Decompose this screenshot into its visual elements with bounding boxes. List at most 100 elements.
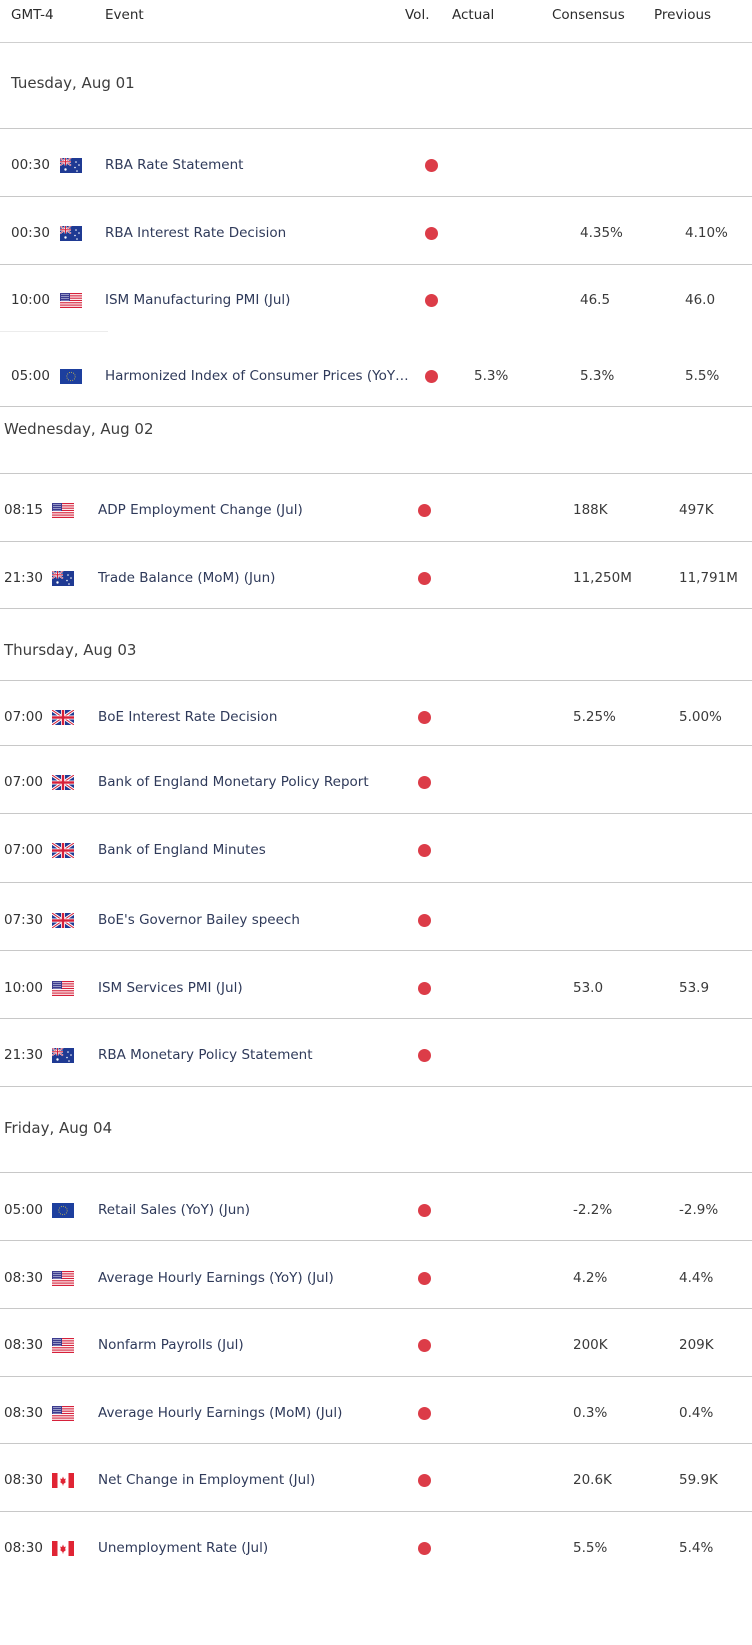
event-name[interactable]: Average Hourly Earnings (YoY) (Jul) <box>98 1270 334 1286</box>
row-divider <box>0 196 752 197</box>
row-divider <box>0 680 752 681</box>
event-row[interactable]: 08:30 Net Change in Employment (Jul) 20.6… <box>0 1466 752 1496</box>
actual-header: Actual <box>452 7 495 23</box>
canada-flag-icon <box>52 1473 74 1488</box>
event-name[interactable]: RBA Rate Statement <box>105 157 243 173</box>
uk-flag-icon <box>52 913 74 928</box>
event-name[interactable]: Bank of England Monetary Policy Report <box>98 774 369 790</box>
consensus-value: 5.5% <box>573 1540 608 1556</box>
uk-flag-icon <box>52 710 74 725</box>
high-volatility-icon <box>418 1049 431 1062</box>
event-time: 07:00 <box>4 774 43 790</box>
row-divider <box>0 1308 752 1309</box>
event-time: 07:30 <box>4 912 43 928</box>
row-divider <box>0 950 752 951</box>
high-volatility-icon <box>418 504 431 517</box>
previous-value: 5.4% <box>679 1540 714 1556</box>
day-header: Wednesday, Aug 02 <box>4 420 154 438</box>
previous-value: 11,791M <box>679 570 738 586</box>
row-divider <box>0 1240 752 1241</box>
consensus-value: 5.3% <box>580 368 615 384</box>
uk-flag-icon <box>52 775 74 790</box>
consensus-value: 188K <box>573 502 608 518</box>
event-row[interactable]: 08:30 Average Hourly Earnings (YoY) (Jul… <box>0 1264 752 1294</box>
row-divider <box>0 128 752 129</box>
event-row[interactable]: 00:30 RBA Rate Statement <box>0 151 752 181</box>
event-name[interactable]: Average Hourly Earnings (MoM) (Jul) <box>98 1405 342 1421</box>
event-name[interactable]: Harmonized Index of Consumer Prices (YoY… <box>105 368 409 384</box>
day-header: Thursday, Aug 03 <box>4 641 137 659</box>
event-row[interactable]: 07:00 Bank of England Monetary Policy Re… <box>0 768 752 798</box>
event-time: 00:30 <box>11 157 50 173</box>
event-name[interactable]: Retail Sales (YoY) (Jun) <box>98 1202 250 1218</box>
australia-flag-icon <box>52 1048 74 1063</box>
previous-value: 4.4% <box>679 1270 714 1286</box>
event-row[interactable]: 21:30 Trade Balance (MoM) (Jun) 11,250M 11… <box>0 564 752 594</box>
event-row[interactable]: 07:00 Bank of England Minutes <box>0 836 752 866</box>
previous-value: 0.4% <box>679 1405 714 1421</box>
high-volatility-icon <box>418 711 431 724</box>
event-name[interactable]: RBA Interest Rate Decision <box>105 225 286 241</box>
event-row[interactable]: 21:30 RBA Monetary Policy Statement <box>0 1041 752 1071</box>
event-row[interactable]: 00:30 RBA Interest Rate Decision 4.35% 4.1… <box>0 219 752 249</box>
event-time: 08:30 <box>4 1337 43 1353</box>
high-volatility-icon <box>418 776 431 789</box>
usa-flag-icon <box>60 293 82 308</box>
previous-value: 209K <box>679 1337 714 1353</box>
previous-value: 5.5% <box>685 368 720 384</box>
actual-value: 5.3% <box>474 368 509 384</box>
event-name[interactable]: ADP Employment Change (Jul) <box>98 502 303 518</box>
row-divider <box>0 1172 752 1173</box>
high-volatility-icon <box>425 370 438 383</box>
event-row[interactable]: 08:30 Nonfarm Payrolls (Jul) 200K 209K <box>0 1331 752 1361</box>
event-name[interactable]: Bank of England Minutes <box>98 842 266 858</box>
event-row[interactable]: 10:00 ISM Services PMI (Jul) 53.0 53.9 <box>0 974 752 1004</box>
event-name[interactable]: ISM Manufacturing PMI (Jul) <box>105 292 290 308</box>
event-row[interactable]: 08:15 ADP Employment Change (Jul) 188K 497… <box>0 496 752 526</box>
event-row[interactable]: 07:30 BoE's Governor Bailey speech <box>0 906 752 936</box>
usa-flag-icon <box>52 1406 74 1421</box>
event-time: 00:30 <box>11 225 50 241</box>
event-time: 08:30 <box>4 1540 43 1556</box>
eu-flag-icon <box>60 369 82 384</box>
event-time: 08:30 <box>4 1472 43 1488</box>
event-row[interactable]: 07:00 BoE Interest Rate Decision 5.25% 5.0… <box>0 703 752 733</box>
event-name[interactable]: RBA Monetary Policy Statement <box>98 1047 313 1063</box>
event-row[interactable]: 05:00 Harmonized Index of Consumer Price… <box>0 362 752 392</box>
eu-flag-icon <box>52 1203 74 1218</box>
row-divider <box>0 608 752 609</box>
event-name[interactable]: ISM Services PMI (Jul) <box>98 980 243 996</box>
day-header: Friday, Aug 04 <box>4 1119 113 1137</box>
high-volatility-icon <box>418 982 431 995</box>
high-volatility-icon <box>425 159 438 172</box>
event-name[interactable]: BoE's Governor Bailey speech <box>98 912 300 928</box>
event-row[interactable]: 08:30 Average Hourly Earnings (MoM) (Jul… <box>0 1399 752 1429</box>
high-volatility-icon <box>418 1272 431 1285</box>
timezone-header[interactable]: GMT-4 <box>11 7 54 23</box>
event-row[interactable]: 08:30 Unemployment Rate (Jul) 5.5% 5.4% <box>0 1534 752 1564</box>
previous-value: 53.9 <box>679 980 710 996</box>
australia-flag-icon <box>52 571 74 586</box>
event-name[interactable]: Trade Balance (MoM) (Jun) <box>98 570 275 586</box>
event-time: 08:15 <box>4 502 43 518</box>
high-volatility-icon <box>418 1407 431 1420</box>
high-volatility-icon <box>418 1339 431 1352</box>
uk-flag-icon <box>52 843 74 858</box>
event-name[interactable]: Nonfarm Payrolls (Jul) <box>98 1337 244 1353</box>
event-name[interactable]: BoE Interest Rate Decision <box>98 709 277 725</box>
row-divider <box>0 882 752 883</box>
event-name[interactable]: Net Change in Employment (Jul) <box>98 1472 315 1488</box>
consensus-value: 4.35% <box>580 225 623 241</box>
previous-value: 4.10% <box>685 225 728 241</box>
high-volatility-icon <box>418 844 431 857</box>
high-volatility-icon <box>418 1204 431 1217</box>
event-time: 05:00 <box>4 1202 43 1218</box>
event-name[interactable]: Unemployment Rate (Jul) <box>98 1540 268 1556</box>
high-volatility-icon <box>425 227 438 240</box>
event-row[interactable]: 10:00 ISM Manufacturing PMI (Jul) 46.5 46.… <box>0 286 752 316</box>
event-row[interactable]: 05:00 Retail Sales (YoY) (Jun) -2.2% -2.9% <box>0 1196 752 1226</box>
previous-header: Previous <box>654 7 712 23</box>
row-divider <box>0 541 752 542</box>
row-divider <box>0 1086 752 1087</box>
event-time: 10:00 <box>4 980 43 996</box>
